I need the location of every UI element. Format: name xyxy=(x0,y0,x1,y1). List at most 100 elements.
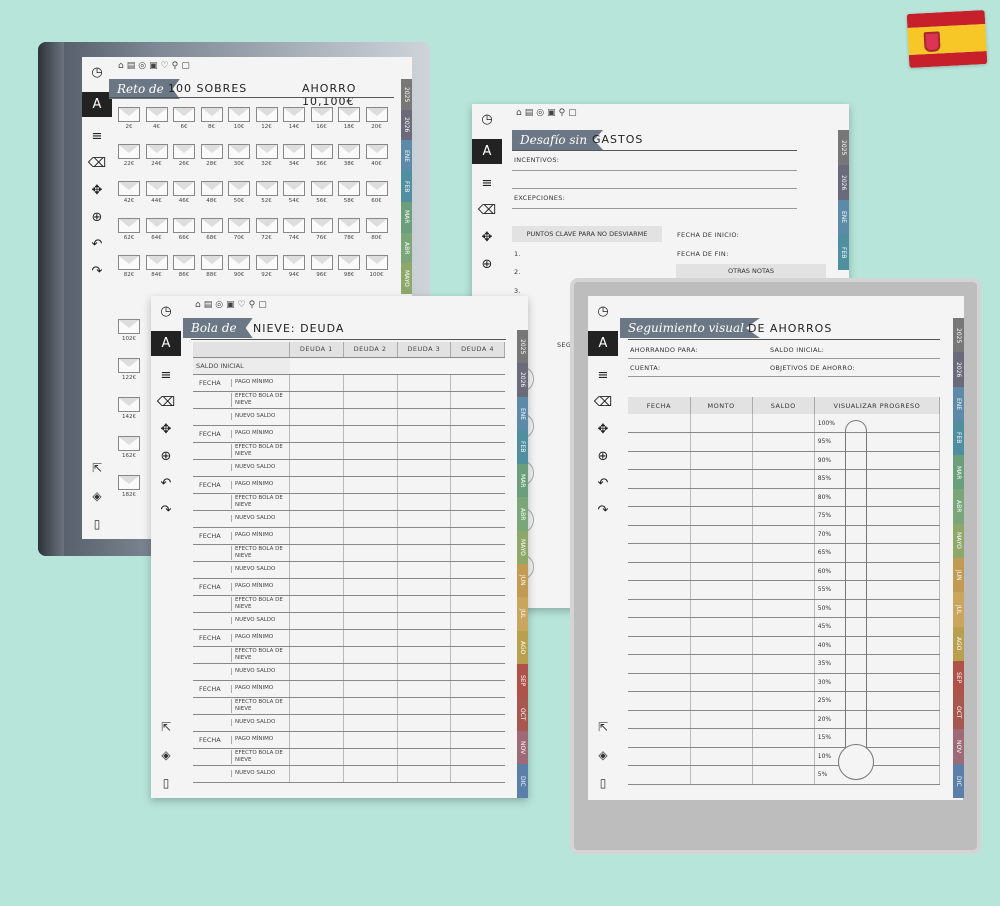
envelope[interactable]: 82€ xyxy=(118,255,140,278)
tab-mayo[interactable]: MAYO xyxy=(401,263,412,294)
tab-ago[interactable]: AGO xyxy=(953,626,964,661)
menu-icon[interactable]: ≡ xyxy=(92,129,103,144)
pen-icon[interactable]: A xyxy=(151,331,181,356)
undo-icon[interactable]: ↶ xyxy=(598,476,609,491)
envelope[interactable]: 74€ xyxy=(283,218,305,241)
pen-icon[interactable]: A xyxy=(82,92,112,117)
envelope[interactable]: 64€ xyxy=(145,218,168,241)
envelope[interactable]: 56€ xyxy=(310,181,333,204)
tab-feb[interactable]: FEB xyxy=(838,235,849,270)
envelope[interactable]: 14€ xyxy=(283,107,305,130)
tab-mayo[interactable]: MAYO xyxy=(517,530,528,564)
envelope[interactable]: 48€ xyxy=(200,181,223,204)
envelope[interactable]: 36€ xyxy=(310,144,333,167)
tab-abr[interactable]: ABR xyxy=(401,232,412,264)
menu-icon[interactable]: ≡ xyxy=(598,368,609,383)
zoom-icon[interactable]: ⊕ xyxy=(92,210,103,225)
tab-nov[interactable]: NOV xyxy=(517,731,528,765)
envelope[interactable]: 162€ xyxy=(118,436,140,459)
envelope[interactable]: 66€ xyxy=(173,218,195,241)
tab-2025[interactable]: 2025 xyxy=(517,330,528,364)
envelope[interactable]: 32€ xyxy=(255,144,278,167)
envelope[interactable]: 182€ xyxy=(118,475,140,498)
eraser-icon[interactable]: ⌫ xyxy=(157,395,175,410)
envelope[interactable]: 84€ xyxy=(145,255,168,278)
tab-2026[interactable]: 2026 xyxy=(838,165,849,200)
tab-2025[interactable]: 2025 xyxy=(401,79,412,110)
envelope[interactable]: 70€ xyxy=(228,218,250,241)
envelope[interactable]: 4€ xyxy=(145,107,168,130)
move-icon[interactable]: ✥ xyxy=(92,183,103,198)
tab-ago[interactable]: AGO xyxy=(517,630,528,665)
envelope[interactable]: 6€ xyxy=(173,107,195,130)
tab-mayo[interactable]: MAYO xyxy=(953,523,964,558)
envelope[interactable]: 12€ xyxy=(255,107,278,130)
tab-feb[interactable]: FEB xyxy=(401,171,412,202)
envelope[interactable]: 46€ xyxy=(173,181,195,204)
redo-icon[interactable]: ↷ xyxy=(161,503,172,518)
tab-ene[interactable]: ENE xyxy=(401,140,412,172)
tab-mar[interactable]: MAR xyxy=(517,463,528,498)
tab-dic[interactable]: DIC xyxy=(517,764,528,798)
tab-oct[interactable]: OCT xyxy=(517,697,528,732)
tab-2026[interactable]: 2026 xyxy=(953,352,964,387)
tab-jun[interactable]: JUN xyxy=(953,557,964,593)
redo-icon[interactable]: ↷ xyxy=(92,264,103,279)
envelope[interactable]: 34€ xyxy=(283,144,305,167)
undo-icon[interactable]: ↶ xyxy=(92,237,103,252)
move-icon[interactable]: ✥ xyxy=(482,230,493,245)
eraser-icon[interactable]: ⌫ xyxy=(88,156,106,171)
envelope[interactable]: 52€ xyxy=(255,181,278,204)
tab-feb[interactable]: FEB xyxy=(517,430,528,464)
tab-2025[interactable]: 2025 xyxy=(838,130,849,165)
redo-icon[interactable]: ↷ xyxy=(598,503,609,518)
tab-sep[interactable]: SEP xyxy=(953,660,964,696)
move-icon[interactable]: ✥ xyxy=(598,422,609,437)
tab-mar[interactable]: MAR xyxy=(953,455,964,490)
envelope[interactable]: 102€ xyxy=(118,319,140,342)
envelope[interactable]: 22€ xyxy=(118,144,140,167)
envelope[interactable]: 50€ xyxy=(228,181,250,204)
export-icon[interactable]: ⇱ xyxy=(92,461,102,475)
envelope[interactable]: 20€ xyxy=(365,107,388,130)
layers-icon[interactable]: ◈ xyxy=(598,748,607,762)
envelope[interactable]: 28€ xyxy=(200,144,223,167)
tab-2025[interactable]: 2025 xyxy=(953,318,964,353)
top-nav-icons[interactable]: ⌂▤◎▣♡⚲▢ xyxy=(195,300,270,310)
envelope[interactable]: 92€ xyxy=(255,255,278,278)
eraser-icon[interactable]: ⌫ xyxy=(594,395,612,410)
tab-jul[interactable]: JUL xyxy=(517,597,528,631)
tab-ene[interactable]: ENE xyxy=(953,386,964,421)
tab-jul[interactable]: JUL xyxy=(953,592,964,627)
clock-icon[interactable]: ◷ xyxy=(91,65,102,80)
envelope[interactable]: 8€ xyxy=(200,107,223,130)
envelope[interactable]: 60€ xyxy=(365,181,388,204)
clock-icon[interactable]: ◷ xyxy=(481,112,492,127)
envelope[interactable]: 68€ xyxy=(200,218,223,241)
envelope[interactable]: 16€ xyxy=(310,107,333,130)
envelope[interactable]: 18€ xyxy=(338,107,360,130)
page-icon[interactable]: ▯ xyxy=(163,776,170,790)
envelope[interactable]: 62€ xyxy=(118,218,140,241)
envelope[interactable]: 98€ xyxy=(338,255,360,278)
page-icon[interactable]: ▯ xyxy=(600,776,607,790)
undo-icon[interactable]: ↶ xyxy=(161,476,172,491)
envelope[interactable]: 44€ xyxy=(145,181,168,204)
tab-dic[interactable]: DIC xyxy=(953,763,964,798)
tab-2026[interactable]: 2026 xyxy=(401,109,412,141)
tab-ene[interactable]: ENE xyxy=(517,396,528,431)
envelope[interactable]: 76€ xyxy=(310,218,333,241)
tab-ene[interactable]: ENE xyxy=(838,200,849,235)
menu-icon[interactable]: ≡ xyxy=(482,176,493,191)
layers-icon[interactable]: ◈ xyxy=(92,489,101,503)
envelope[interactable]: 24€ xyxy=(145,144,168,167)
clock-icon[interactable]: ◷ xyxy=(597,304,608,319)
envelope[interactable]: 80€ xyxy=(365,218,388,241)
tab-nov[interactable]: NOV xyxy=(953,729,964,764)
envelope[interactable]: 38€ xyxy=(338,144,360,167)
envelope[interactable]: 10€ xyxy=(228,107,250,130)
envelope[interactable]: 100€ xyxy=(365,255,388,278)
layers-icon[interactable]: ◈ xyxy=(161,748,170,762)
tab-abr[interactable]: ABR xyxy=(517,497,528,531)
tab-2026[interactable]: 2026 xyxy=(517,363,528,397)
